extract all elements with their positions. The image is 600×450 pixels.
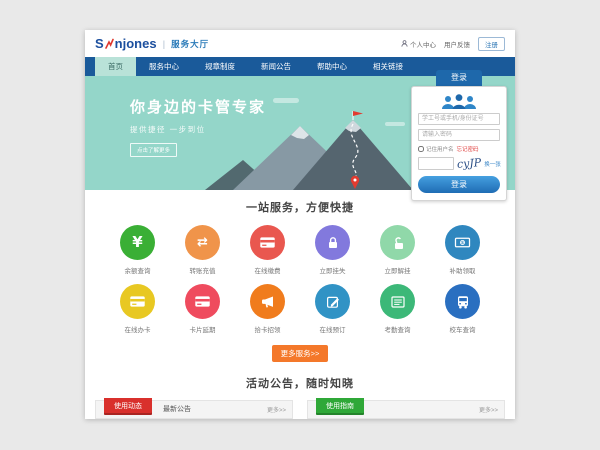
service-item[interactable]: 考勤查询 (365, 284, 430, 334)
bus-icon (445, 284, 480, 319)
nav-item-5[interactable]: 相关链接 (360, 57, 416, 76)
personal-center-link[interactable]: 个人中心 (401, 39, 436, 49)
megaphone-icon (250, 284, 285, 319)
logo-lightning-icon (105, 38, 114, 50)
list-icon (380, 284, 415, 319)
services-heading: 一站服务，方便快捷 (85, 199, 515, 215)
hero-more-button[interactable]: 点击了解更多 (130, 143, 177, 157)
service-label: 立即解挂 (365, 265, 430, 275)
notice-panel-1: 使用指南 更多>> (307, 400, 505, 419)
bank-card-icon (185, 284, 220, 319)
service-item[interactable]: 立即解挂 (365, 225, 430, 275)
bank-card-icon (250, 225, 285, 260)
personal-center-label: 个人中心 (410, 39, 436, 49)
remember-label: 记住用户名 (426, 145, 454, 153)
notice-secondary-tab[interactable]: 最新公告 (163, 404, 191, 418)
notice-more-link[interactable]: 更多>> (479, 405, 498, 418)
services-grid: ¥ 余额查询 ⇄ 转账充值在线缴费立即挂失立即解挂 $ 补助领取在线办卡卡片延期拾卡招领在… (105, 225, 495, 334)
service-item[interactable]: ⇄ 转账充值 (170, 225, 235, 275)
logo-divider: | (163, 39, 166, 49)
remember-row: 记住用户名 忘记密码 (418, 145, 500, 153)
service-label: 立即挂失 (300, 265, 365, 275)
unlock-icon (380, 225, 415, 260)
banknote-icon: $ (445, 225, 480, 260)
transfer-arrows-icon: ⇄ (185, 225, 220, 260)
register-button[interactable]: 注册 (478, 37, 505, 51)
service-label: 在线缴费 (235, 265, 300, 275)
service-item[interactable]: 在线预订 (300, 284, 365, 334)
notice-more-link[interactable]: 更多>> (267, 405, 286, 418)
more-services-button[interactable]: 更多服务>> (272, 345, 329, 362)
lock-icon (315, 225, 350, 260)
change-captcha-link[interactable]: 换一张 (484, 160, 501, 168)
service-label: 拾卡招领 (235, 324, 300, 334)
captcha-input[interactable] (418, 157, 454, 170)
login-tab[interactable]: 登录 (436, 70, 482, 86)
page-container: S njones | 服务大厅 个人中心 用户反馈 注册 首页服务中心规章制度新… (85, 30, 515, 419)
login-form: 记住用户名 忘记密码 cyJP 换一张 登录 (411, 86, 507, 201)
service-item[interactable]: $ 补助领取 (430, 225, 495, 275)
hero-text-block: 你身边的卡管专家 提供捷径 一步到位 点击了解更多 (130, 96, 266, 157)
svg-text:$: $ (461, 240, 464, 246)
service-label: 在线预订 (300, 324, 365, 334)
nav-item-0[interactable]: 首页 (95, 57, 136, 76)
notices-section: 活动公告，随时知晓 使用动态最新公告 更多>> 使用指南 更多>> (85, 375, 515, 419)
username-input[interactable] (418, 113, 500, 125)
notice-ribbon-tab[interactable]: 使用指南 (316, 398, 364, 415)
service-label: 卡片延期 (170, 324, 235, 334)
top-bar: S njones | 服务大厅 个人中心 用户反馈 注册 (85, 30, 515, 57)
user-feedback-label: 用户反馈 (444, 39, 470, 49)
captcha-image[interactable]: cyJP (457, 157, 482, 170)
user-icon (401, 40, 408, 47)
notice-panels: 使用动态最新公告 更多>> 使用指南 更多>> (95, 400, 505, 419)
service-item[interactable]: 在线缴费 (235, 225, 300, 275)
logo-text-left: S (95, 36, 104, 51)
nav-item-1[interactable]: 服务中心 (136, 57, 192, 76)
captcha-row: cyJP 换一张 (418, 157, 500, 170)
nav-item-3[interactable]: 新闻公告 (248, 57, 304, 76)
logo-text-right: njones (115, 36, 157, 51)
nav-item-2[interactable]: 规章制度 (192, 57, 248, 76)
notice-panel-header: 使用动态最新公告 更多>> (95, 400, 293, 419)
edit-icon (315, 284, 350, 319)
service-item[interactable]: 校车查询 (430, 284, 495, 334)
bank-card-icon (120, 284, 155, 319)
hero-title: 你身边的卡管专家 (130, 96, 266, 117)
user-feedback-link[interactable]: 用户反馈 (444, 39, 470, 49)
top-links: 个人中心 用户反馈 注册 (401, 37, 505, 51)
notice-panel-header: 使用指南 更多>> (307, 400, 505, 419)
services-section: 一站服务，方便快捷 ¥ 余额查询 ⇄ 转账充值在线缴费立即挂失立即解挂 $ 补助领取在线办… (85, 190, 515, 362)
service-item[interactable]: 在线办卡 (105, 284, 170, 334)
forgot-password-link[interactable]: 忘记密码 (457, 145, 479, 153)
site-logo[interactable]: S njones | 服务大厅 (95, 36, 209, 51)
notice-panel-0: 使用动态最新公告 更多>> (95, 400, 293, 419)
service-label: 在线办卡 (105, 324, 170, 334)
password-input[interactable] (418, 129, 500, 141)
service-item[interactable]: 卡片延期 (170, 284, 235, 334)
login-submit-button[interactable]: 登录 (418, 176, 500, 193)
hero-banner: 你身边的卡管专家 提供捷径 一步到位 点击了解更多 登录 记住用户名 忘记密码 (85, 76, 515, 190)
service-item[interactable]: ¥ 余额查询 (105, 225, 170, 275)
cloud-decoration (273, 98, 299, 103)
service-label: 校车查询 (430, 324, 495, 334)
nav-item-4[interactable]: 帮助中心 (304, 57, 360, 76)
service-label: 补助领取 (430, 265, 495, 275)
remember-checkbox[interactable] (418, 146, 424, 152)
hero-subtitle: 提供捷径 一步到位 (130, 124, 266, 135)
service-label: 转账充值 (170, 265, 235, 275)
users-group-icon (438, 93, 480, 109)
service-label: 考勤查询 (365, 324, 430, 334)
service-label: 余额查询 (105, 265, 170, 275)
notice-ribbon-tab[interactable]: 使用动态 (104, 398, 152, 415)
login-panel: 登录 记住用户名 忘记密码 cyJP 换一张 (411, 70, 507, 201)
service-item[interactable]: 拾卡招领 (235, 284, 300, 334)
service-item[interactable]: 立即挂失 (300, 225, 365, 275)
site-subtitle: 服务大厅 (171, 38, 209, 50)
yen-icon: ¥ (120, 225, 155, 260)
notices-heading: 活动公告，随时知晓 (85, 375, 515, 391)
